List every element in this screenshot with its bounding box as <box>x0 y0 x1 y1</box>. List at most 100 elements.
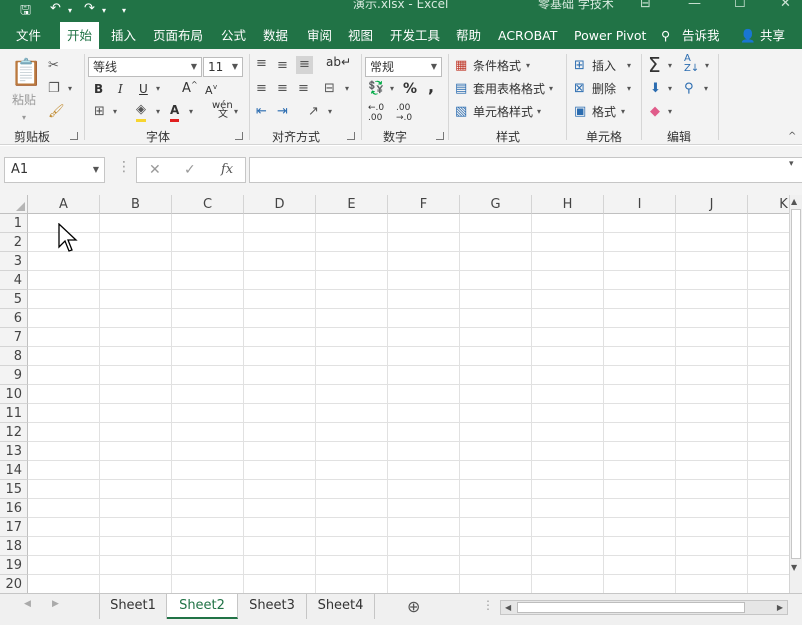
redo-icon[interactable]: ↷ <box>84 1 95 16</box>
close-icon[interactable]: ✕ <box>780 0 791 11</box>
column-header[interactable]: D <box>244 195 316 214</box>
tab-view[interactable]: 视图 <box>348 22 373 49</box>
worksheet-grid[interactable]: A B C D E F G H I J K 1 2 3 4 5 6 7 8 9 10 11 12 13 14 15 16 17 18 19… <box>0 195 789 593</box>
font-launcher-icon[interactable] <box>235 132 243 140</box>
sort-filter-icon[interactable]: A Z↓ <box>684 54 699 74</box>
find-select-icon[interactable]: ⚲ <box>684 80 694 98</box>
fill-icon[interactable]: ⬇ <box>650 80 661 98</box>
delete-cells-button[interactable]: 删除 <box>592 80 616 98</box>
number-format-select[interactable]: 常规 ▼ <box>365 57 442 77</box>
merge-dropdown-icon[interactable]: ▾ <box>345 80 349 98</box>
clear-dropdown-icon[interactable]: ▾ <box>668 103 672 121</box>
row-header[interactable]: 8 <box>0 347 28 366</box>
decrease-indent-icon[interactable]: ⇤ <box>256 103 267 121</box>
tab-power-pivot[interactable]: Power Pivot <box>574 22 646 49</box>
tab-formulas[interactable]: 公式 <box>221 22 246 49</box>
vertical-scroll-thumb[interactable] <box>791 209 801 559</box>
format-as-table-button[interactable]: 套用表格格式 <box>473 80 545 98</box>
ribbon-display-icon[interactable]: ⊟ <box>640 0 651 11</box>
tab-review[interactable]: 审阅 <box>307 22 332 49</box>
increase-indent-icon[interactable]: ⇥ <box>277 103 288 121</box>
row-header[interactable]: 16 <box>0 499 28 518</box>
expand-formula-icon[interactable]: ▾ <box>789 159 794 169</box>
fill-color-dropdown-icon[interactable]: ▾ <box>156 103 160 121</box>
tab-insert[interactable]: 插入 <box>111 22 136 49</box>
column-header[interactable]: B <box>100 195 172 214</box>
enter-icon[interactable]: ✓ <box>184 158 196 182</box>
phonetic-dropdown-icon[interactable]: ▾ <box>234 103 238 121</box>
person-icon[interactable]: 👤 <box>740 22 756 49</box>
row-header[interactable]: 20 <box>0 575 28 593</box>
wrap-text-icon[interactable]: ab↵ <box>326 53 351 71</box>
row-header[interactable]: 1 <box>0 214 28 233</box>
shrink-font-button[interactable]: A <box>205 82 213 100</box>
accounting-format-icon[interactable]: 💱 <box>368 80 384 98</box>
row-header[interactable]: 5 <box>0 290 28 309</box>
undo-icon[interactable]: ↶ <box>50 1 61 16</box>
row-header[interactable]: 14 <box>0 461 28 480</box>
font-size-select[interactable]: 11 ▼ <box>203 57 243 77</box>
collapse-ribbon-icon[interactable]: ^ <box>788 128 796 146</box>
column-header[interactable]: G <box>460 195 532 214</box>
undo-dropdown-icon[interactable]: ▾ <box>68 6 72 15</box>
sheet-tab-4[interactable]: Sheet4 <box>307 594 375 619</box>
row-header[interactable]: 15 <box>0 480 28 499</box>
redo-dropdown-icon[interactable]: ▾ <box>102 6 106 15</box>
horizontal-scrollbar[interactable]: ◀ ▶ <box>500 600 788 615</box>
paste-button[interactable]: 粘贴 <box>12 91 36 109</box>
font-color-dropdown-icon[interactable]: ▾ <box>189 103 193 121</box>
alignment-launcher-icon[interactable] <box>347 132 355 140</box>
column-header[interactable]: I <box>604 195 676 214</box>
format-painter-icon[interactable]: 🖌 <box>48 103 65 121</box>
sheet-tab-1[interactable]: Sheet1 <box>100 594 167 619</box>
tab-page-layout[interactable]: 页面布局 <box>153 22 203 49</box>
row-header[interactable]: 19 <box>0 556 28 575</box>
tab-home[interactable]: 开始 <box>60 22 100 49</box>
add-sheet-icon[interactable]: ⊕ <box>407 597 420 616</box>
prev-sheet-icon[interactable]: ◀ <box>24 599 31 609</box>
tab-file[interactable]: 文件 <box>16 22 41 49</box>
align-left-icon[interactable]: ≡ <box>256 80 267 98</box>
font-name-select[interactable]: 等线 ▼ <box>88 57 202 77</box>
borders-icon[interactable]: ⊞ <box>94 103 105 121</box>
sort-filter-dropdown-icon[interactable]: ▾ <box>705 57 709 75</box>
column-header[interactable]: E <box>316 195 388 214</box>
font-color-icon[interactable]: A <box>170 101 180 122</box>
row-header[interactable]: 9 <box>0 366 28 385</box>
row-header[interactable]: 12 <box>0 423 28 442</box>
row-header[interactable]: 11 <box>0 404 28 423</box>
bold-button[interactable]: B <box>94 80 103 98</box>
column-header[interactable]: C <box>172 195 244 214</box>
column-header[interactable]: K <box>748 195 789 214</box>
fill-dropdown-icon[interactable]: ▾ <box>668 80 672 98</box>
orientation-icon[interactable]: ↗ <box>308 103 319 121</box>
cancel-icon[interactable]: ✕ <box>149 158 161 182</box>
clear-icon[interactable]: ◆ <box>650 103 660 121</box>
save-icon[interactable]: 🖫 <box>20 1 31 23</box>
customize-qat-icon[interactable]: ▾ <box>122 6 126 15</box>
insert-cells-button[interactable]: 插入 <box>592 57 616 75</box>
account-name[interactable]: 零基础 学技术 <box>538 0 614 12</box>
cell-styles-button[interactable]: 单元格样式 <box>473 103 533 121</box>
align-center-icon[interactable]: ≡ <box>277 80 288 98</box>
horizontal-scroll-thumb[interactable] <box>517 602 745 613</box>
underline-button[interactable]: U <box>139 80 148 98</box>
grow-font-button[interactable]: A <box>182 80 191 98</box>
insert-function-button[interactable]: fx <box>221 158 233 182</box>
align-right-icon[interactable]: ≡ <box>298 80 309 98</box>
copy-dropdown-icon[interactable]: ▾ <box>68 80 72 98</box>
accounting-dropdown-icon[interactable]: ▾ <box>390 80 394 98</box>
scroll-up-icon[interactable]: ▲ <box>791 197 797 206</box>
align-bottom-icon[interactable]: ≡ <box>296 56 313 74</box>
tab-acrobat[interactable]: ACROBAT <box>498 22 557 49</box>
autosum-dropdown-icon[interactable]: ▾ <box>668 57 672 75</box>
row-header[interactable]: 17 <box>0 518 28 537</box>
tab-help[interactable]: 帮助 <box>456 22 481 49</box>
share-button[interactable]: 共享 <box>760 22 785 49</box>
number-launcher-icon[interactable] <box>436 132 444 140</box>
sheet-tab-2[interactable]: Sheet2 <box>167 594 238 619</box>
paste-icon[interactable]: 📋 <box>10 59 42 87</box>
conditional-formatting-button[interactable]: 条件格式 <box>473 57 521 75</box>
orientation-dropdown-icon[interactable]: ▾ <box>328 103 332 121</box>
scroll-left-icon[interactable]: ◀ <box>505 601 511 614</box>
